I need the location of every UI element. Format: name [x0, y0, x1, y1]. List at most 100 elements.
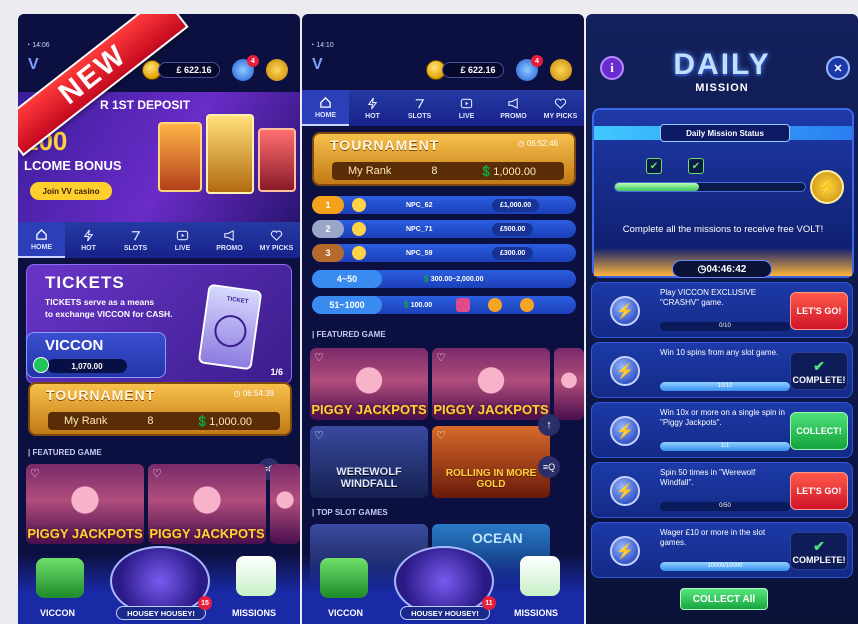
nav-live[interactable]: LIVE	[443, 90, 490, 126]
top-slots-label: | TOP SLOT GAMES	[312, 508, 388, 517]
favorite-icon[interactable]: ♡	[436, 351, 446, 364]
tickets-pager: 1/6	[270, 367, 283, 377]
viccon-button-icon[interactable]	[320, 558, 368, 598]
leaderboard-tier-row: 4~50 💲300.00~2,000.00	[312, 270, 576, 288]
viccon-button-icon[interactable]	[36, 558, 84, 598]
game-tile[interactable]: ♡ PIGGY JACKPOTS	[148, 464, 266, 544]
missions-icon[interactable]	[520, 556, 560, 596]
game-tile[interactable]: ♡ PIGGY JACKPOTS	[310, 348, 428, 420]
nav-hot[interactable]: HOT	[65, 222, 112, 258]
viccon-tab-label[interactable]: VICCON	[328, 608, 363, 618]
mission-progress: 10000/10000	[660, 562, 790, 571]
mission-progress-label: 10/10	[717, 383, 733, 389]
viccon-card[interactable]: VICCON 1,070.00	[26, 332, 166, 378]
game-tile[interactable]: ♡ WEREWOLF WINDFALL	[310, 426, 428, 498]
mission-text: Wager £10 or more in the slot games.	[660, 528, 766, 547]
tournament-timer: ◷ 06:52:46	[517, 139, 558, 148]
mission-progress-label: 10000/10000	[707, 563, 743, 569]
nav-slots[interactable]: SLOTS	[396, 90, 443, 126]
ticket-timer-ring	[212, 313, 249, 350]
rank-position: 2	[312, 220, 344, 238]
game-tile[interactable]: ♡ PIGGY JACKPOTS	[26, 464, 144, 544]
coin-reward-icon	[520, 298, 535, 312]
featured-label-text: FEATURED GAME	[32, 448, 102, 457]
tournament-timer-text: 06:54:39	[242, 389, 274, 398]
promo-headline: R 1ST DEPOSIT	[100, 98, 191, 112]
player-avatar	[352, 198, 366, 212]
tickets-desc-2: to exchange VICCON for CASH.	[45, 309, 173, 319]
game-tile[interactable]: ♡ PIGGY JACKPOTS	[432, 348, 550, 420]
game-tile-partial[interactable]	[554, 348, 584, 420]
info-icon[interactable]: i	[600, 56, 624, 80]
search-icon[interactable]: ≡Q	[538, 456, 560, 478]
player-prize: £1,000.00	[492, 198, 540, 212]
mission-text: Spin 50 times in "Werewolf Windfall".	[660, 468, 756, 487]
player-name: NPC_62	[406, 201, 433, 209]
nav-my-picks-label: MY PICKS	[543, 112, 578, 120]
vv-logo: V	[28, 56, 39, 73]
overall-progress-fill	[615, 183, 699, 191]
tournament-card[interactable]: TOURNAMENT ◷ 06:52:46 My Rank 8 💲1,000.0…	[312, 132, 576, 186]
mission-timer-text: 04:46:42	[706, 263, 747, 275]
join-button[interactable]: Join VV casino	[30, 182, 112, 200]
housey-housey-label: HOUSEY HOUSEY!	[116, 606, 206, 620]
missions-icon[interactable]	[236, 556, 276, 596]
missions-tab-label[interactable]: MISSIONS	[514, 608, 558, 618]
missions-tab-label[interactable]: MISSIONS	[232, 608, 276, 618]
leaderboard-row: 3 NPC_59 £300.00	[312, 244, 576, 262]
mission-progress: 0/10	[660, 322, 790, 331]
lets-go-button[interactable]: LET'S GO!	[790, 472, 848, 510]
lightning-icon	[83, 229, 94, 241]
notification-badge: 4	[247, 55, 259, 67]
lightning-icon	[367, 97, 378, 109]
scroll-up-icon[interactable]: ↑	[538, 414, 560, 436]
tickets-title: TICKETS	[45, 273, 125, 292]
mission-text: Win 10x or more on a single spin in "Pig…	[660, 408, 785, 427]
lightning-icon: ⚡	[610, 296, 640, 326]
complete-label: COMPLETE!	[792, 554, 846, 565]
nav-promo-label: PROMO	[216, 244, 243, 252]
mission-progress: 0/50	[660, 502, 790, 511]
game-tile[interactable]: ♡ ROLLING IN MORE GOLD	[432, 426, 550, 498]
avatar[interactable]	[550, 59, 572, 81]
balance-pill[interactable]: £ 622.16	[442, 62, 504, 78]
tier-prize: 💲300.00~2,000.00	[422, 276, 484, 283]
balance-text: £ 622.16	[176, 65, 212, 75]
collect-button[interactable]: COLLECT!	[790, 412, 848, 450]
viccon-tab-label[interactable]: VICCON	[40, 608, 75, 618]
megaphone-icon	[224, 229, 234, 241]
tournament-card[interactable]: TOURNAMENT ◷ 06:54:39 My Rank 8 💲1,000.0…	[28, 382, 292, 436]
lets-go-button[interactable]: LET'S GO!	[790, 292, 848, 330]
nav-home[interactable]: HOME	[18, 222, 65, 258]
nav-live[interactable]: LIVE	[159, 222, 206, 258]
game-tile-partial[interactable]	[270, 464, 300, 544]
favorite-icon[interactable]: ♡	[30, 467, 40, 480]
rank-value: 8	[147, 415, 154, 427]
nav-my-picks[interactable]: MY PICKS	[253, 222, 300, 258]
favorite-icon[interactable]: ♡	[314, 351, 324, 364]
checkbox-icon: ✔	[688, 158, 704, 174]
balance-pill[interactable]: £ 622.16	[158, 62, 220, 78]
mission-item: ⚡ Win 10x or more on a single spin in "P…	[591, 402, 853, 458]
favorite-icon[interactable]: ♡	[314, 429, 324, 442]
nav-slots[interactable]: SLOTS	[112, 222, 159, 258]
nav-my-picks[interactable]: MY PICKS	[537, 90, 584, 126]
collect-all-button[interactable]: COLLECT All	[680, 588, 768, 610]
nav-promo[interactable]: PROMO	[206, 222, 253, 258]
rank-label: My Rank	[348, 165, 392, 177]
favorite-icon[interactable]: ♡	[436, 429, 446, 442]
avatar[interactable]	[266, 59, 288, 81]
check-icon: ✔	[813, 357, 825, 374]
status-time: ◔ 14:06	[26, 42, 50, 49]
home-icon	[36, 228, 47, 240]
nav-home-label: HOME	[31, 243, 52, 251]
tier-prize: 💲100.00	[402, 302, 433, 309]
close-icon[interactable]: ✕	[826, 56, 850, 80]
nav-hot[interactable]: HOT	[349, 90, 396, 126]
tickets-desc-1: TICKETS serve as a means	[45, 297, 155, 307]
notification-badge: 4	[531, 55, 543, 67]
nav-home[interactable]: HOME	[302, 90, 349, 126]
checkbox-icon: ✔	[646, 158, 662, 174]
nav-promo[interactable]: PROMO	[490, 90, 537, 126]
favorite-icon[interactable]: ♡	[152, 467, 162, 480]
